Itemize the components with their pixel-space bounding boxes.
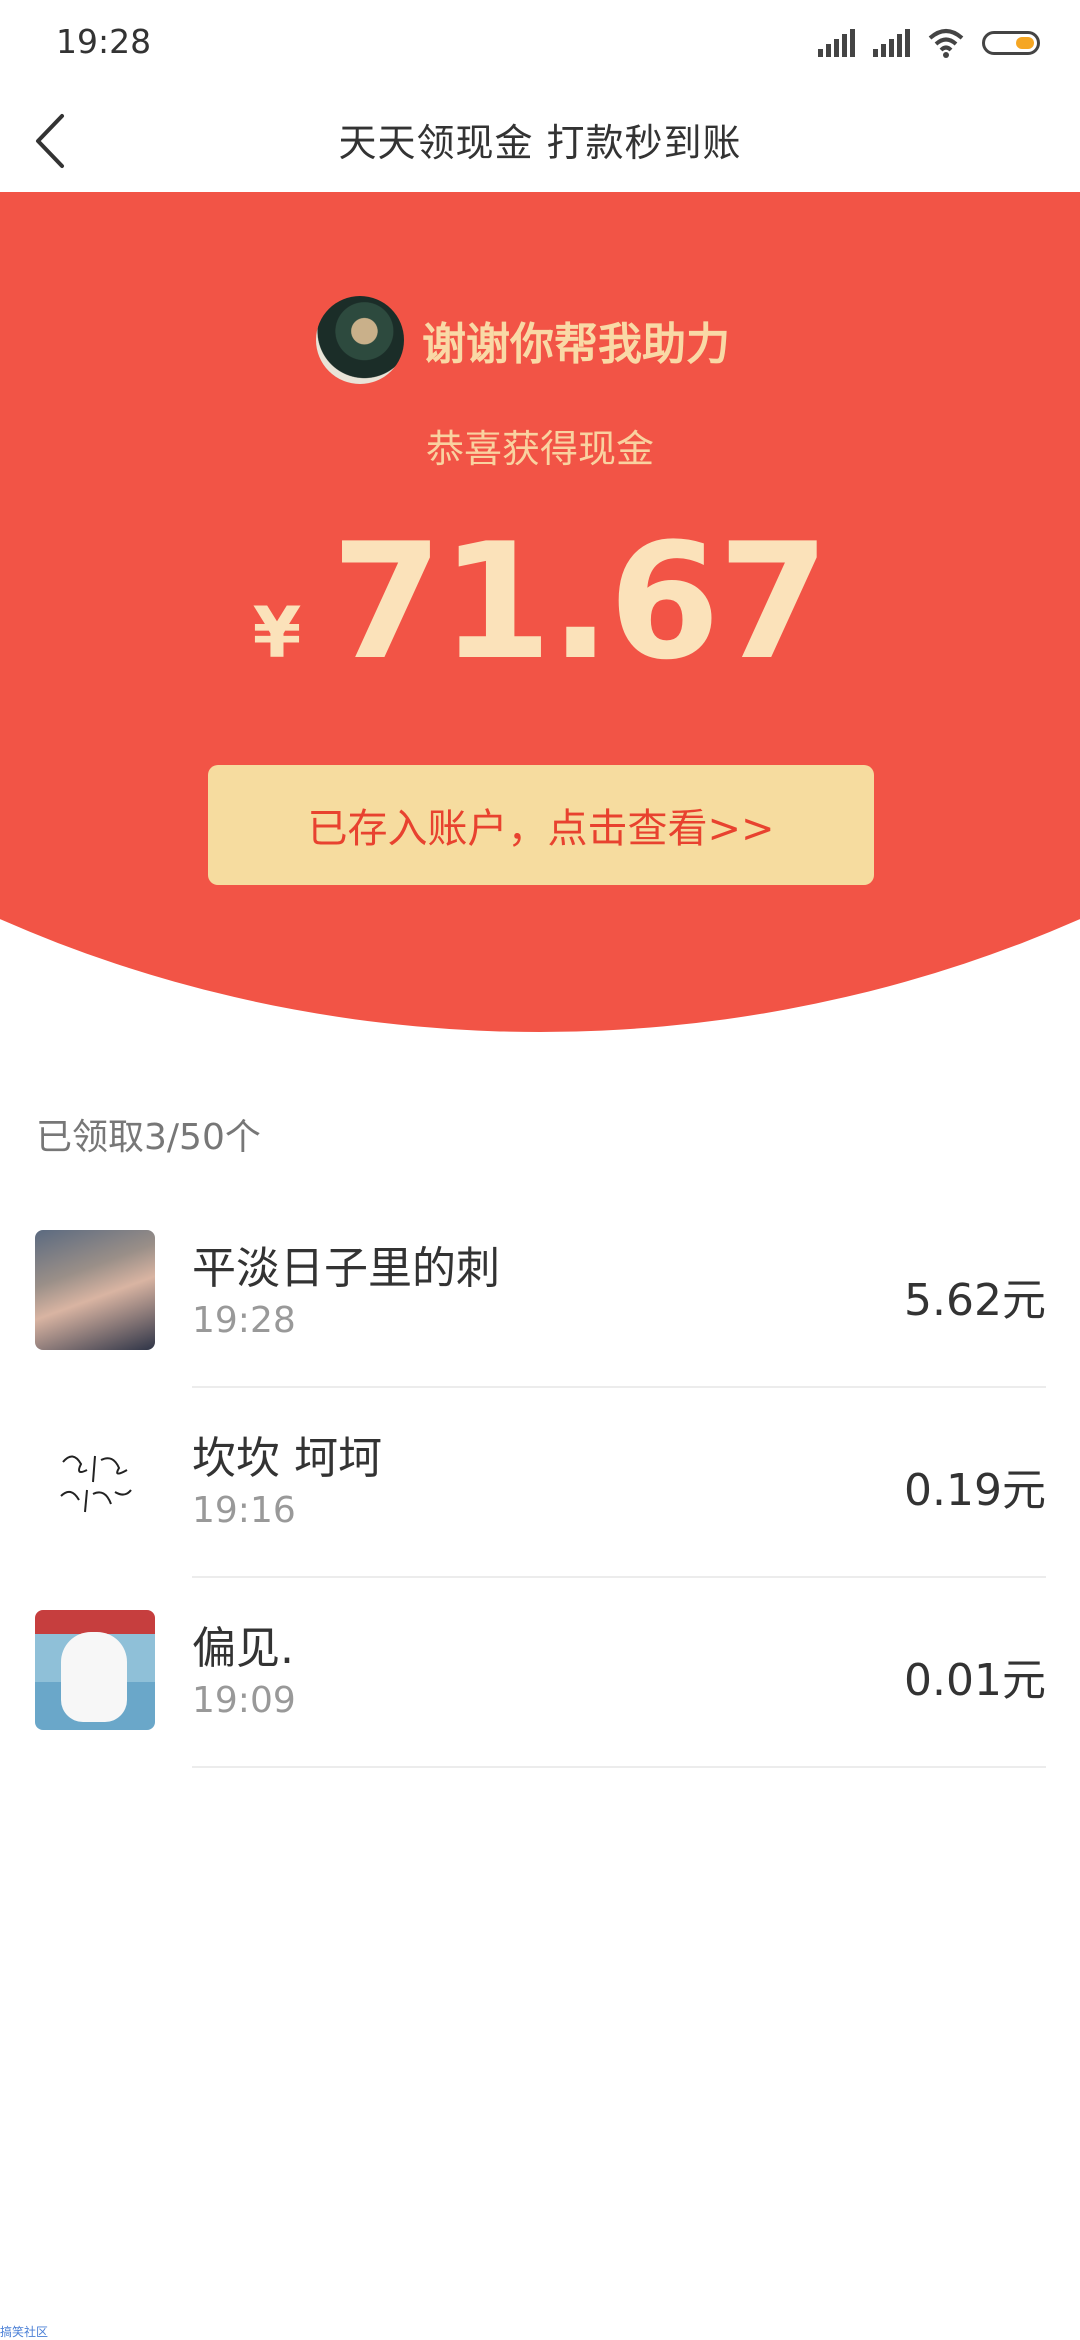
inviter-avatar [316, 296, 404, 384]
wifi-icon [928, 29, 964, 58]
user-name: 偏见. [192, 1623, 294, 1674]
battery-icon [982, 31, 1040, 55]
status-bar: 19:28 [0, 0, 1080, 90]
list-item: 平淡日子里的刺 19:28 5.62元 [0, 1230, 1080, 1420]
claim-time: 19:28 [192, 1300, 296, 1341]
signal-icon-2 [873, 29, 910, 57]
signal-icon [818, 29, 855, 57]
status-time: 19:28 [56, 22, 152, 61]
user-avatar [35, 1420, 155, 1540]
congrats-text: 恭喜获得现金 [425, 427, 654, 471]
claim-amount: 0.01元 [904, 1655, 1046, 1706]
reward-header: 谢谢你帮我助力 恭喜获得现金 ¥71.67 已存入账户，点击查看>> [0, 192, 1080, 1032]
claim-amount: 5.62元 [904, 1275, 1046, 1326]
bear-image [61, 1632, 127, 1722]
watermark: 搞笑社区 [0, 2325, 49, 2339]
signature-image [60, 1455, 132, 1513]
claim-time: 19:09 [192, 1680, 296, 1721]
thanks-text: 谢谢你帮我助力 [422, 319, 730, 370]
page-title: 天天领现金 打款秒到账 [338, 121, 742, 165]
list-item: 坎坎 坷坷 19:16 0.19元 [0, 1420, 1080, 1610]
currency-symbol: ¥ [252, 592, 302, 674]
divider [192, 1766, 1046, 1768]
claimed-count: 已领取3/50个 [36, 1117, 261, 1158]
title-bar: 天天领现金 打款秒到账 [0, 90, 1080, 192]
claim-time: 19:16 [192, 1490, 296, 1531]
cash-amount: ¥71.67 [0, 522, 1080, 682]
user-name: 平淡日子里的刺 [192, 1243, 500, 1294]
view-account-button[interactable]: 已存入账户，点击查看>> [208, 765, 874, 885]
amount-value: 71.67 [331, 508, 829, 695]
divider [192, 1386, 1046, 1388]
claim-amount: 0.19元 [904, 1465, 1046, 1516]
user-avatar [35, 1610, 155, 1730]
divider [192, 1576, 1046, 1578]
user-avatar [35, 1230, 155, 1350]
user-name: 坎坎 坷坷 [192, 1433, 382, 1484]
status-icons [818, 26, 1040, 60]
list-item: 偏见. 19:09 0.01元 [0, 1610, 1080, 1800]
